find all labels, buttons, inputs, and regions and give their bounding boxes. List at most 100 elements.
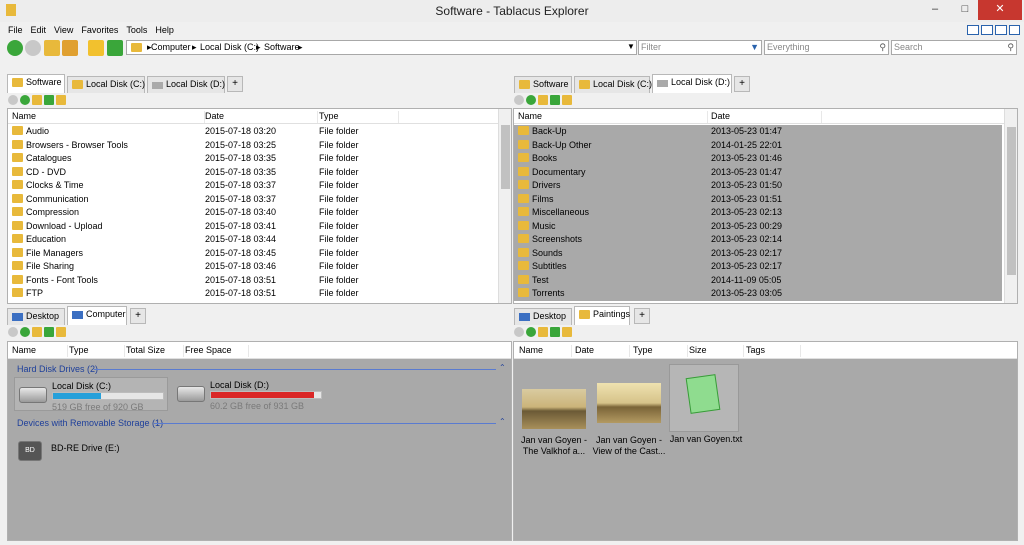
forward-icon[interactable] — [20, 327, 30, 337]
menu-tools[interactable]: Tools — [122, 23, 151, 37]
menu-edit[interactable]: Edit — [27, 23, 51, 37]
column-date[interactable]: Date — [711, 111, 822, 123]
file-list-top-left[interactable]: Name Date Type Audio 2015-07-18 03:20 File… — [7, 108, 512, 304]
refresh-icon[interactable] — [44, 95, 54, 105]
filter-input[interactable]: Filter ▼ — [638, 40, 762, 55]
new-folder-icon[interactable] — [56, 327, 66, 337]
thumbnail-view[interactable]: Name Date Type Size Tags Jan van Goyen -… — [513, 341, 1018, 541]
column-type[interactable]: Type — [319, 111, 399, 123]
file-row[interactable]: Miscellaneous 2013-05-23 02:13 — [514, 206, 1002, 220]
layout-vertical-icon[interactable] — [981, 25, 993, 35]
column-type[interactable]: Type — [633, 345, 688, 357]
file-list-top-right[interactable]: Name Date Back-Up 2013-05-23 01:47 Back-Up… — [513, 108, 1018, 304]
file-row[interactable]: CD - DVD 2015-07-18 03:35 File folder — [8, 166, 496, 180]
address-bar[interactable]: ▸ Computer ▸ Local Disk (C:) ▸ Software … — [126, 40, 637, 55]
back-icon[interactable] — [514, 95, 524, 105]
add-favorite-icon[interactable] — [88, 40, 104, 56]
file-row[interactable]: Download - Upload 2015-07-18 03:41 File fo… — [8, 220, 496, 234]
new-tab-button[interactable]: + — [227, 76, 243, 92]
tab-desktop[interactable]: Desktop — [514, 308, 572, 325]
file-row[interactable]: Torrents 2013-05-23 03:05 — [514, 287, 1002, 301]
new-tab-button[interactable]: + — [130, 308, 146, 324]
file-row[interactable]: Drivers 2013-05-23 01:50 — [514, 179, 1002, 193]
favorites-folder-icon[interactable] — [62, 40, 78, 56]
up-folder-icon[interactable] — [538, 95, 548, 105]
new-tab-button[interactable]: + — [734, 76, 750, 92]
address-part-drive[interactable]: Local Disk (C:) — [200, 42, 259, 52]
thumbnail-item[interactable]: Jan van Goyen - View of the Cast... — [592, 368, 666, 464]
maximize-button[interactable]: □ — [952, 0, 978, 20]
vertical-scrollbar[interactable] — [1004, 109, 1017, 303]
file-row[interactable]: Sounds 2013-05-23 02:17 — [514, 246, 1002, 260]
file-row[interactable]: Education 2015-07-18 03:44 File folder — [8, 233, 496, 247]
address-part-computer[interactable]: Computer — [151, 42, 191, 52]
layout-horizontal-icon[interactable] — [995, 25, 1007, 35]
address-part-folder[interactable]: Software — [264, 42, 300, 52]
everything-input[interactable]: Everything ⚲ — [764, 40, 889, 55]
file-row[interactable]: Back-Up Other 2014-01-25 22:01 — [514, 138, 1002, 152]
drive-d-tile[interactable]: Local Disk (D:) 60.2 GB free of 931 GB — [173, 377, 327, 411]
refresh-icon[interactable] — [550, 95, 560, 105]
column-size[interactable]: Size — [689, 345, 744, 357]
file-row[interactable]: Audio 2015-07-18 03:20 File folder — [8, 125, 496, 139]
file-row[interactable]: File Sharing 2015-07-18 03:46 File folder — [8, 260, 496, 274]
menu-file[interactable]: File — [0, 23, 27, 37]
file-row[interactable]: Browsers - Browser Tools 2015-07-18 03:25… — [8, 139, 496, 153]
refresh-icon[interactable] — [44, 327, 54, 337]
new-folder-icon[interactable] — [562, 95, 572, 105]
tab-local-disk-c[interactable]: Local Disk (C:) — [67, 76, 145, 93]
forward-icon[interactable] — [20, 95, 30, 105]
column-date[interactable]: Date — [575, 345, 630, 357]
up-folder-icon[interactable] — [32, 327, 42, 337]
forward-icon[interactable] — [25, 40, 41, 56]
column-total-size[interactable]: Total Size — [126, 345, 184, 357]
close-button[interactable]: ✕ — [978, 0, 1022, 20]
file-row[interactable]: Test 2014-11-09 05:05 — [514, 273, 1002, 287]
file-row[interactable]: Subtitles 2013-05-23 02:17 — [514, 260, 1002, 274]
search-icon[interactable]: ⚲ — [1007, 41, 1014, 54]
file-row[interactable]: Music 2013-05-23 00:29 — [514, 219, 1002, 233]
menu-view[interactable]: View — [50, 23, 77, 37]
column-name[interactable]: Name — [519, 345, 572, 357]
address-chevron-icon[interactable]: ▸ — [298, 42, 303, 53]
bd-drive-tile[interactable]: BD BD-RE Drive (E:) — [14, 435, 134, 465]
column-name[interactable]: Name — [12, 345, 68, 357]
minimize-button[interactable]: – — [918, 0, 952, 20]
refresh-icon[interactable] — [550, 327, 560, 337]
new-folder-icon[interactable] — [56, 95, 66, 105]
layout-single-icon[interactable] — [967, 25, 979, 35]
tab-local-disk-d[interactable]: Local Disk (D:) — [652, 74, 732, 93]
collapse-icon[interactable]: ⌃ — [499, 417, 506, 426]
filter-icon[interactable]: ▼ — [750, 41, 759, 54]
file-row[interactable]: Screenshots 2013-05-23 02:14 — [514, 233, 1002, 247]
thumbnail-item[interactable]: Jan van Goyen - The Valkhof a... — [517, 368, 591, 464]
menu-help[interactable]: Help — [151, 23, 178, 37]
back-icon[interactable] — [514, 327, 524, 337]
back-icon[interactable] — [8, 327, 18, 337]
new-tab-button[interactable]: + — [634, 308, 650, 324]
file-row[interactable]: Books 2013-05-23 01:46 — [514, 152, 1002, 166]
file-row[interactable]: Compression 2015-07-18 03:40 File folder — [8, 206, 496, 220]
tab-local-disk-c[interactable]: Local Disk (C:) — [574, 76, 652, 93]
new-folder-icon[interactable] — [562, 327, 572, 337]
computer-view[interactable]: Name Type Total Size Free Space Hard Dis… — [7, 341, 512, 541]
file-row[interactable]: Films 2013-05-23 01:51 — [514, 192, 1002, 206]
scrollbar-thumb[interactable] — [501, 125, 510, 189]
column-tags[interactable]: Tags — [746, 345, 801, 357]
address-chevron-icon[interactable]: ▸ — [256, 42, 261, 53]
file-row[interactable]: Documentary 2013-05-23 01:47 — [514, 165, 1002, 179]
column-type[interactable]: Type — [69, 345, 125, 357]
column-name[interactable]: Name — [12, 111, 205, 123]
drive-c-tile[interactable]: Local Disk (C:) 519 GB free of 920 GB — [14, 377, 168, 412]
tab-software[interactable]: Software — [514, 76, 572, 93]
layout-quad-icon[interactable] — [1009, 25, 1020, 35]
tab-software[interactable]: Software — [7, 74, 65, 93]
address-chevron-icon[interactable]: ▸ — [192, 42, 197, 53]
file-row[interactable]: Fonts - Font Tools 2015-07-18 03:51 File f… — [8, 274, 496, 288]
file-row[interactable]: Communication 2015-07-18 03:37 File folder — [8, 193, 496, 207]
up-folder-icon[interactable] — [32, 95, 42, 105]
vertical-scrollbar[interactable] — [498, 109, 511, 303]
file-row[interactable]: File Managers 2015-07-18 03:45 File folder — [8, 247, 496, 261]
file-row[interactable]: Back-Up 2013-05-23 01:47 — [514, 125, 1002, 139]
search-icon[interactable]: ⚲ — [879, 41, 886, 54]
